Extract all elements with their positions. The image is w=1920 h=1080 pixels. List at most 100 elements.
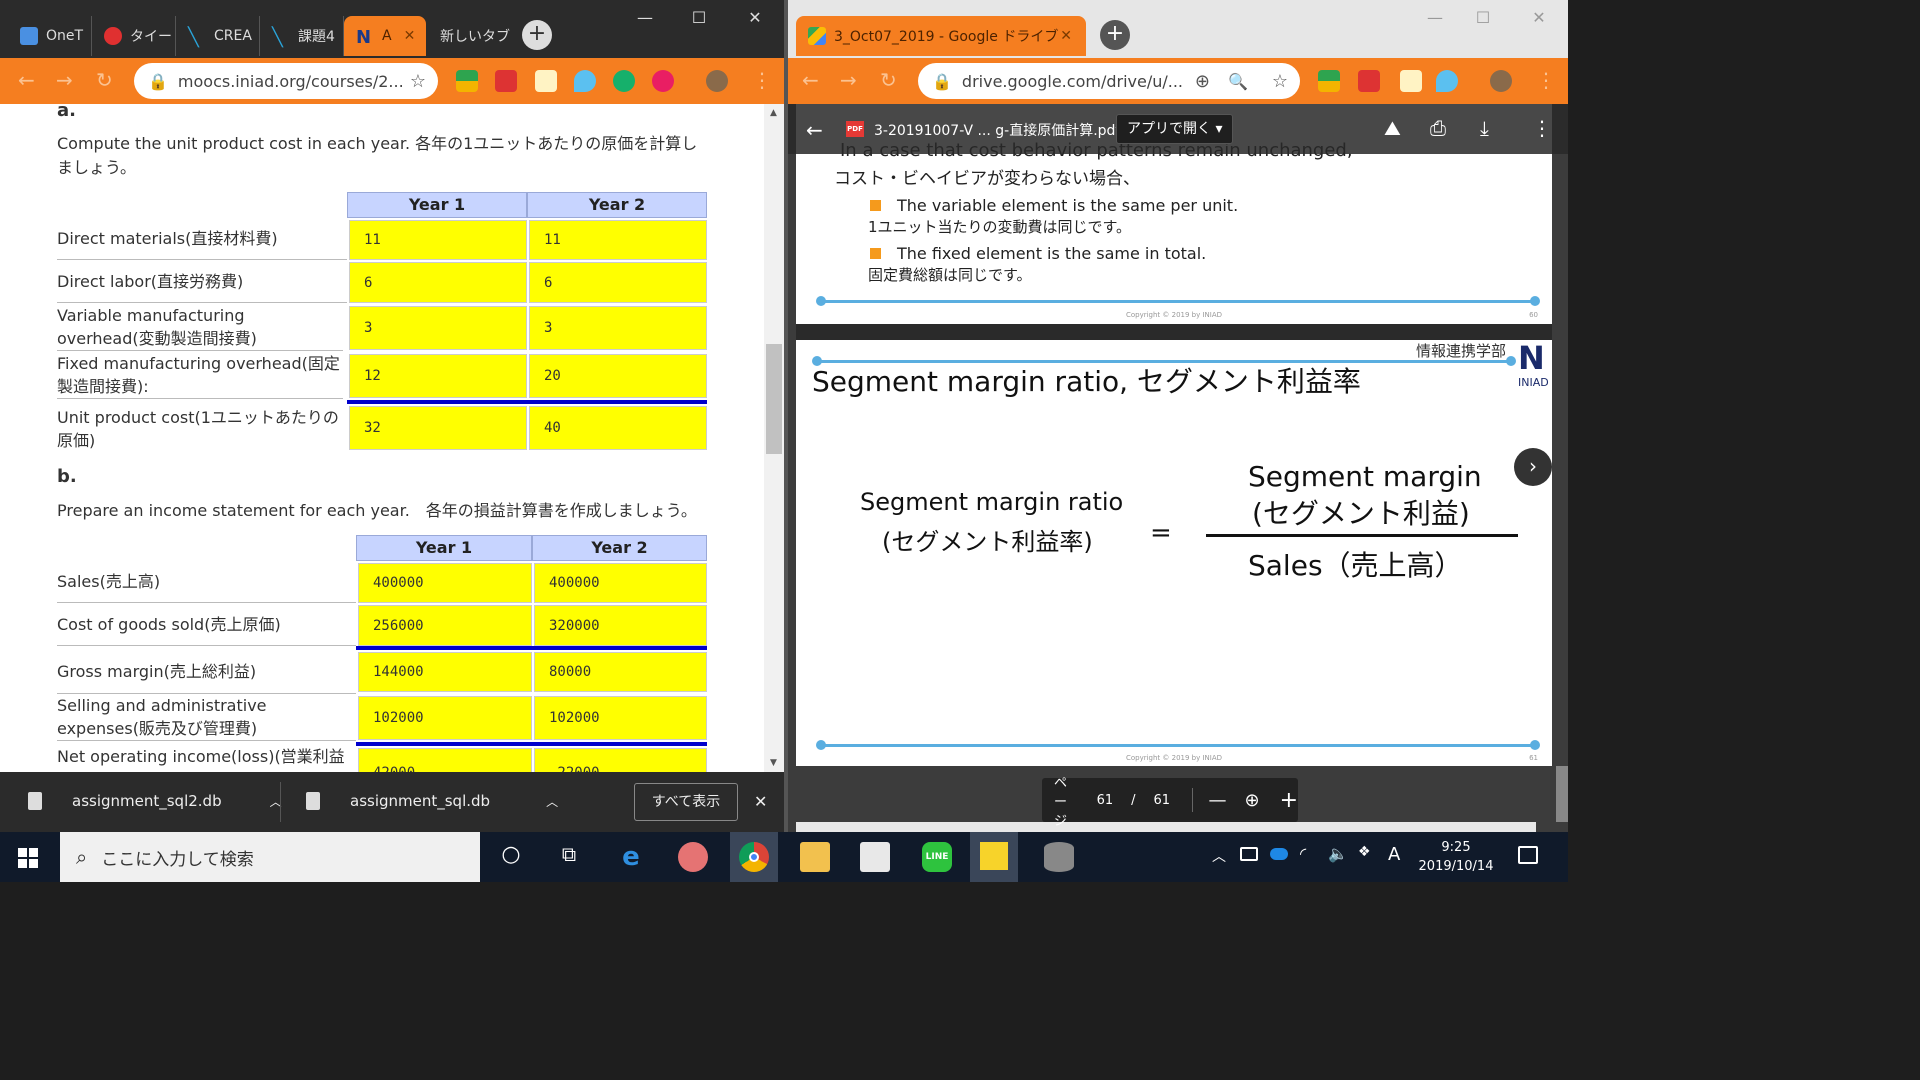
diamond-extension-icon[interactable] — [1436, 70, 1458, 92]
download-item[interactable]: assignment_sql2.db ︿ — [28, 792, 282, 810]
back-arrow-icon[interactable]: ← — [18, 68, 35, 92]
input-cell[interactable]: 400000 — [534, 563, 707, 603]
line-icon[interactable]: LINE — [922, 842, 952, 872]
input-cell[interactable]: 32 — [349, 406, 527, 450]
tab-new-tab[interactable]: 新しいタブ — [428, 16, 512, 56]
new-tab-button[interactable]: + — [1100, 20, 1130, 50]
next-page-button[interactable]: › — [1514, 448, 1552, 486]
pen-extension-icon[interactable] — [535, 70, 557, 92]
forward-arrow-icon[interactable]: → — [840, 68, 857, 92]
input-cell[interactable]: 256000 — [358, 605, 532, 646]
maximize-icon[interactable]: ☐ — [1460, 8, 1506, 27]
input-cell[interactable]: 11 — [349, 220, 527, 260]
close-icon[interactable]: ✕ — [404, 28, 416, 44]
sticky-notes-button[interactable] — [970, 832, 1018, 882]
input-cell[interactable]: 320000 — [534, 605, 707, 646]
extension-icon[interactable] — [456, 70, 478, 92]
print-icon[interactable]: ⎙ — [1430, 116, 1446, 140]
close-window-icon[interactable]: ✕ — [1516, 8, 1562, 27]
input-cell[interactable]: 6 — [529, 262, 707, 303]
database-icon[interactable] — [1044, 842, 1074, 872]
cortana-icon[interactable]: ○ — [496, 842, 526, 872]
input-cell[interactable]: 144000 — [358, 652, 532, 692]
input-cell[interactable]: -22000 — [534, 748, 707, 772]
show-all-button[interactable]: すべて表示 — [634, 783, 738, 821]
windows-start-icon[interactable] — [18, 848, 38, 868]
maximize-icon[interactable]: ☐ — [676, 8, 722, 27]
address-bar[interactable]: 🔒 drive.google.com/drive/u/... ⊕ 🔍 ☆ — [918, 63, 1300, 99]
close-icon[interactable]: ✕ — [1060, 28, 1072, 44]
battery-icon[interactable] — [1240, 847, 1258, 861]
close-window-icon[interactable]: ✕ — [732, 8, 778, 27]
scroll-up-icon[interactable]: ▲ — [770, 108, 777, 118]
wifi-icon[interactable]: ◜ — [1300, 844, 1306, 863]
input-cell[interactable]: 400000 — [358, 563, 532, 603]
app-icon[interactable] — [860, 842, 890, 872]
input-cell[interactable]: 102000 — [534, 696, 707, 740]
scrollbar[interactable]: ▲ ▼ — [764, 104, 784, 772]
viewer-scrollbar[interactable] — [1556, 766, 1568, 822]
page-current[interactable]: 61 — [1097, 793, 1114, 808]
input-cell[interactable]: 3 — [529, 306, 707, 350]
diamond-extension-icon[interactable] — [574, 70, 596, 92]
taskbar-search[interactable]: ⌕ ここに入力して検索 — [60, 832, 480, 882]
bookmark-extension-icon[interactable] — [495, 70, 517, 92]
input-cell[interactable]: 11 — [529, 220, 707, 260]
tab-iniad-active[interactable]: N A ✕ — [344, 16, 426, 56]
bookmark-extension-icon[interactable] — [1358, 70, 1380, 92]
menu-icon[interactable]: ⋮ — [1536, 68, 1556, 92]
forward-arrow-icon[interactable]: → — [56, 68, 73, 92]
app-icon[interactable] — [678, 842, 708, 872]
avatar[interactable] — [1490, 70, 1512, 92]
avatar[interactable] — [706, 70, 728, 92]
horizontal-scrollbar[interactable] — [796, 822, 1536, 832]
input-cell[interactable]: 40 — [529, 406, 707, 450]
minimize-icon[interactable]: — — [622, 8, 668, 27]
menu-icon[interactable]: ⋮ — [752, 68, 772, 92]
more-icon[interactable]: ⋮ — [1532, 116, 1552, 140]
extension-icon[interactable] — [1318, 70, 1340, 92]
reload-icon[interactable]: ↻ — [96, 68, 113, 92]
edge-icon[interactable]: e — [616, 842, 646, 872]
star-icon[interactable]: ☆ — [410, 71, 426, 92]
pen-extension-icon[interactable] — [1400, 70, 1422, 92]
task-view-icon[interactable]: ⧉ — [554, 842, 584, 872]
ime-indicator[interactable]: A — [1388, 844, 1400, 865]
tab-typing[interactable]: タイー — [92, 16, 176, 56]
input-cell[interactable]: 20 — [529, 354, 707, 398]
chrome-taskbar-button[interactable] — [730, 832, 778, 882]
minimize-icon[interactable]: — — [1412, 8, 1458, 27]
tab-onet[interactable]: OneT — [8, 16, 92, 56]
tab-crea[interactable]: ╲ CREA — [176, 16, 260, 56]
input-cell[interactable]: 42000 — [358, 748, 532, 772]
reload-icon[interactable]: ↻ — [880, 68, 897, 92]
zoom-icon[interactable]: 🔍 — [1228, 72, 1248, 91]
volume-icon[interactable]: 🔈 — [1328, 844, 1348, 863]
add-to-drive-icon[interactable]: ⛰ — [1384, 116, 1401, 140]
download-icon[interactable]: ⤓ — [1480, 116, 1489, 140]
back-arrow-icon[interactable]: ← — [802, 68, 819, 92]
back-arrow-icon[interactable]: ← — [806, 118, 823, 142]
chevron-up-icon[interactable]: ︿ — [546, 793, 558, 810]
input-cell[interactable]: 12 — [349, 354, 527, 398]
scroll-thumb[interactable] — [766, 344, 782, 454]
file-explorer-icon[interactable] — [800, 842, 830, 872]
onedrive-icon[interactable] — [1270, 848, 1288, 860]
input-cell[interactable]: 6 — [349, 262, 527, 303]
add-icon[interactable]: ⊕ — [1195, 71, 1210, 92]
grammarly-icon[interactable] — [613, 70, 635, 92]
scroll-down-icon[interactable]: ▼ — [770, 758, 777, 768]
close-icon[interactable]: ✕ — [754, 792, 767, 811]
input-cell[interactable]: 80000 — [534, 652, 707, 692]
zoom-out-icon[interactable]: — — [1208, 790, 1226, 811]
chevron-up-icon[interactable]: ︿ — [1212, 846, 1226, 866]
notification-icon[interactable] — [1518, 846, 1538, 864]
open-with-button[interactable]: アプリで開く ▾ — [1116, 114, 1234, 144]
m-extension-icon[interactable] — [652, 70, 674, 92]
dropbox-icon[interactable]: ❖ — [1358, 844, 1371, 860]
tab-google-drive[interactable]: 3_Oct07_2019 - Google ドライブ ✕ — [796, 16, 1086, 56]
address-bar[interactable]: 🔒 moocs.iniad.org/courses/2... ☆ — [134, 63, 438, 99]
input-cell[interactable]: 102000 — [358, 696, 532, 740]
input-cell[interactable]: 3 — [349, 306, 527, 350]
clock[interactable]: 9:25 2019/10/14 — [1410, 838, 1502, 876]
